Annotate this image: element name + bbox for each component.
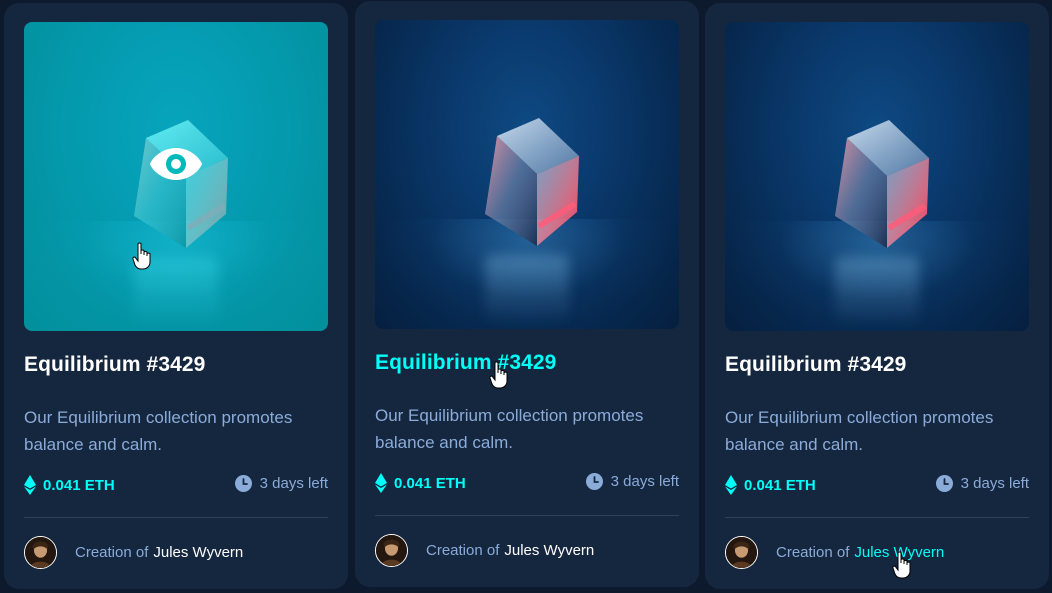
nft-image[interactable] [24, 22, 328, 331]
creator-prefix: Creation of [776, 544, 850, 561]
nft-image[interactable] [375, 20, 679, 329]
divider [375, 515, 679, 516]
creator-prefix: Creation of [75, 544, 149, 561]
creator-info: Creation of Jules Wyvern [375, 534, 594, 567]
card-description: Our Equilibrium collection promotes bala… [725, 408, 994, 454]
creator-info: Creation of Jules Wyvern [24, 536, 243, 569]
creator-name-link[interactable]: Jules Wyvern [854, 544, 944, 561]
avatar [725, 536, 758, 569]
creator-name-link[interactable]: Jules Wyvern [153, 544, 243, 561]
avatar [375, 534, 408, 567]
avatar-portrait-icon [376, 535, 407, 566]
nft-card: Equilibrium #3429 Our Equilibrium collec… [4, 3, 348, 589]
eye-icon [150, 147, 202, 180]
ethereum-icon [24, 475, 36, 495]
ethereum-icon [725, 475, 737, 495]
time-left-value: 3 days left [960, 475, 1029, 492]
clock-icon [585, 473, 603, 490]
ethereum-icon [375, 473, 387, 493]
avatar [24, 536, 57, 569]
time-left: 3 days left [234, 475, 328, 492]
price-value: 0.041 ETH [43, 476, 115, 494]
clock-icon [234, 475, 252, 492]
nft-card: Equilibrium #3429 Our Equilibrium collec… [705, 3, 1049, 589]
cube-artwork [485, 118, 579, 246]
price-label: 0.041 ETH [24, 475, 115, 495]
time-left-value: 3 days left [610, 473, 679, 490]
price-value: 0.041 ETH [394, 474, 466, 492]
price-label: 0.041 ETH [725, 475, 816, 495]
cube-reflection [835, 257, 919, 327]
divider [24, 517, 328, 518]
price-value: 0.041 ETH [744, 476, 816, 494]
creator-prefix: Creation of [426, 542, 500, 559]
time-left: 3 days left [935, 475, 1029, 492]
card-description: Our Equilibrium collection promotes bala… [375, 406, 644, 452]
creator-info: Creation of Jules Wyvern [725, 536, 944, 569]
avatar-portrait-icon [726, 537, 757, 568]
nft-card: Equilibrium #3429 Our Equilibrium collec… [355, 1, 699, 587]
creator-name-link[interactable]: Jules Wyvern [504, 542, 594, 559]
card-description: Our Equilibrium collection promotes bala… [24, 408, 293, 454]
view-overlay[interactable] [24, 22, 328, 331]
card-title[interactable]: Equilibrium #3429 [725, 353, 906, 377]
cube-artwork [835, 120, 929, 248]
clock-icon [935, 475, 953, 492]
nft-image[interactable] [725, 22, 1029, 331]
cube-reflection [485, 255, 569, 325]
time-left: 3 days left [585, 473, 679, 490]
card-title[interactable]: Equilibrium #3429 [375, 351, 556, 375]
time-left-value: 3 days left [259, 475, 328, 492]
price-label: 0.041 ETH [375, 473, 466, 493]
avatar-portrait-icon [25, 537, 56, 568]
card-title[interactable]: Equilibrium #3429 [24, 353, 205, 377]
divider [725, 517, 1029, 518]
